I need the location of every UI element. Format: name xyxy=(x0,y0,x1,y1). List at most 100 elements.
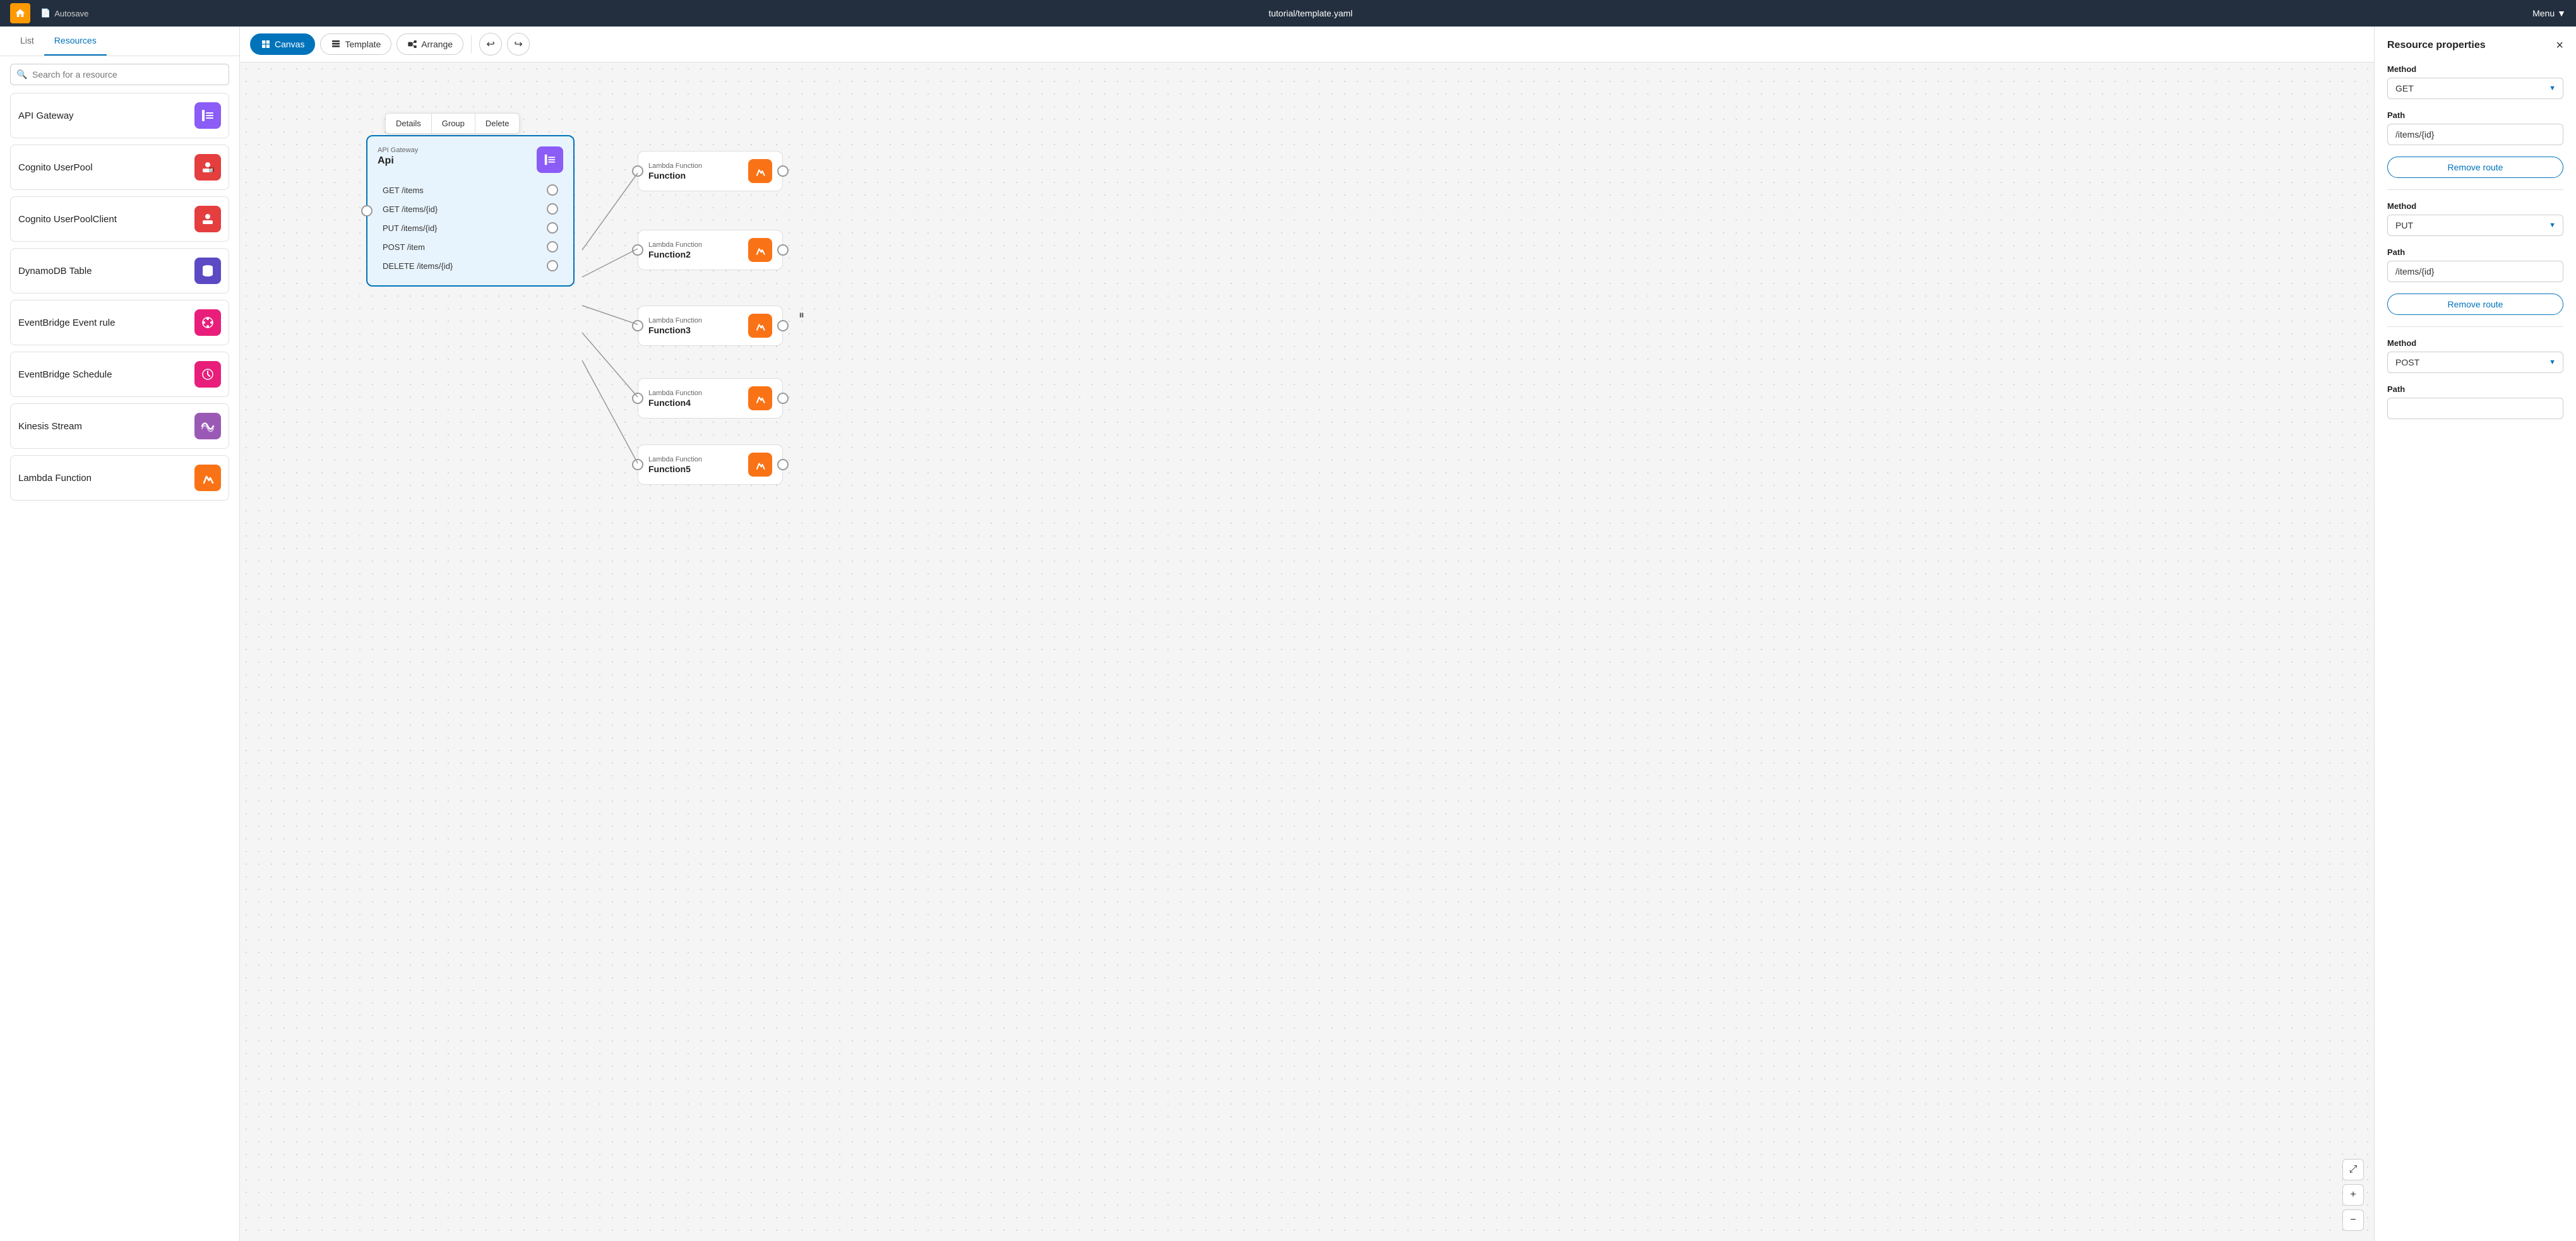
divider-2 xyxy=(2387,326,2563,327)
fn3-icon xyxy=(748,314,772,338)
main-layout: List Resources 🔍 API Gateway Cognito Use… xyxy=(0,27,2576,1241)
collapse-panel-icon[interactable]: ⏸ xyxy=(799,309,804,322)
tab-list[interactable]: List xyxy=(10,27,44,56)
api-node-name: Api xyxy=(378,155,418,167)
fn1-type: Lambda Function xyxy=(648,162,702,170)
node-toolbar: Details Group Delete xyxy=(385,113,520,134)
route-1-method: Method GET POST PUT DELETE PATCH xyxy=(2387,64,2563,99)
fit-view-button[interactable]: ⤢ xyxy=(2342,1159,2364,1180)
search-icon: 🔍 xyxy=(16,69,27,80)
route-4-connector[interactable] xyxy=(547,260,558,271)
menu-button[interactable]: Menu ▼ xyxy=(2532,8,2566,18)
route-2-path: Path xyxy=(2387,247,2563,282)
api-route-0: GET /items xyxy=(378,181,563,199)
home-button[interactable] xyxy=(10,3,30,23)
route-1-connector[interactable] xyxy=(547,203,558,215)
sidebar-item-eventbridge-schedule[interactable]: EventBridge Schedule xyxy=(10,352,229,397)
sidebar-tabs: List Resources xyxy=(0,27,239,56)
canvas-controls: ⤢ + − xyxy=(2342,1159,2364,1231)
fn5-right-connector xyxy=(777,459,789,470)
route-1-path: Path xyxy=(2387,110,2563,145)
search-input[interactable] xyxy=(10,64,229,85)
fn4-left-connector xyxy=(632,393,643,404)
sidebar-item-cognito-userpoolclient[interactable]: Cognito UserPoolClient xyxy=(10,196,229,242)
fn3-name: Function3 xyxy=(648,325,702,335)
route-2-connector[interactable] xyxy=(547,222,558,234)
fn1-icon xyxy=(748,159,772,183)
arrange-button[interactable]: Arrange xyxy=(397,33,463,55)
sidebar-item-kinesis[interactable]: Kinesis Stream xyxy=(10,403,229,449)
fn5-name: Function5 xyxy=(648,464,702,474)
route-3-path: Path xyxy=(2387,384,2563,419)
route-0-connector[interactable] xyxy=(547,184,558,196)
sidebar: List Resources 🔍 API Gateway Cognito Use… xyxy=(0,27,240,1241)
fn2-icon xyxy=(748,238,772,262)
undo-button[interactable]: ↩ xyxy=(479,33,502,56)
fn2-type: Lambda Function xyxy=(648,241,702,249)
zoom-out-button[interactable]: − xyxy=(2342,1209,2364,1231)
remove-route-1-button[interactable]: Remove route xyxy=(2387,157,2563,178)
zoom-in-button[interactable]: + xyxy=(2342,1184,2364,1206)
sidebar-resource-list: API Gateway Cognito UserPool ✓ Cognito U… xyxy=(0,93,239,1241)
lambda-node-fn5[interactable]: Lambda Function Function5 xyxy=(638,444,783,485)
api-left-connector xyxy=(361,205,373,217)
fn4-type: Lambda Function xyxy=(648,389,702,397)
lambda-node-fn1[interactable]: Lambda Function Function xyxy=(638,151,783,191)
kinesis-icon xyxy=(194,413,221,439)
route-2-method: Method GET POST PUT DELETE PATCH xyxy=(2387,201,2563,236)
api-node-type: API Gateway xyxy=(378,146,418,154)
lambda-node-fn3[interactable]: Lambda Function Function3 xyxy=(638,306,783,346)
eventbridge-schedule-icon xyxy=(194,361,221,388)
autosave-indicator: 📄 Autosave xyxy=(40,8,88,18)
route-3-method: Method GET POST PUT DELETE PATCH xyxy=(2387,338,2563,373)
chevron-down-icon: ▼ xyxy=(2557,8,2566,18)
api-gateway-node[interactable]: API Gateway Api GET /items GET /items/{i… xyxy=(366,135,575,287)
sidebar-item-lambda[interactable]: Lambda Function xyxy=(10,455,229,501)
redo-button[interactable]: ↪ xyxy=(507,33,530,56)
svg-text:✓: ✓ xyxy=(210,167,214,172)
lambda-node-fn2[interactable]: Lambda Function Function2 xyxy=(638,230,783,270)
right-panel-title: Resource properties xyxy=(2387,40,2486,51)
sidebar-item-eventbridge-rule[interactable]: EventBridge Event rule xyxy=(10,300,229,345)
route-1-path-input[interactable] xyxy=(2387,124,2563,145)
cognito-client-icon xyxy=(194,206,221,232)
fn5-left-connector xyxy=(632,459,643,470)
route-2-method-select[interactable]: GET POST PUT DELETE PATCH xyxy=(2387,215,2563,236)
route-3-path-input[interactable] xyxy=(2387,398,2563,419)
route-1-method-select[interactable]: GET POST PUT DELETE PATCH xyxy=(2387,78,2563,99)
canvas-toolbar: Canvas Template Arrange ↩ ↪ xyxy=(240,27,2374,62)
api-route-2: PUT /items/{id} xyxy=(378,218,563,237)
cognito-icon: ✓ xyxy=(194,154,221,181)
route-2-path-input[interactable] xyxy=(2387,261,2563,282)
tab-resources[interactable]: Resources xyxy=(44,27,107,56)
fn2-name: Function2 xyxy=(648,249,702,259)
sidebar-item-dynamodb[interactable]: DynamoDB Table xyxy=(10,248,229,294)
route-3-method-select[interactable]: GET POST PUT DELETE PATCH xyxy=(2387,352,2563,373)
sidebar-search-container: 🔍 xyxy=(0,56,239,93)
canvas-content[interactable]: Details Group Delete API Gateway Api xyxy=(240,62,2374,1241)
api-route-3: POST /item xyxy=(378,237,563,256)
topbar: 📄 Autosave tutorial/template.yaml Menu ▼ xyxy=(0,0,2576,27)
node-delete-button[interactable]: Delete xyxy=(475,114,520,133)
eventbridge-rule-icon xyxy=(194,309,221,336)
api-node-icon xyxy=(537,146,563,173)
remove-route-2-button[interactable]: Remove route xyxy=(2387,294,2563,315)
fn1-right-connector xyxy=(777,165,789,177)
node-group-button[interactable]: Group xyxy=(432,114,475,133)
lambda-icon xyxy=(194,465,221,491)
fn3-type: Lambda Function xyxy=(648,317,702,324)
fn3-right-connector xyxy=(777,320,789,331)
fn4-name: Function4 xyxy=(648,398,702,408)
node-details-button[interactable]: Details xyxy=(386,114,432,133)
lambda-node-fn4[interactable]: Lambda Function Function4 xyxy=(638,378,783,419)
canvas-button[interactable]: Canvas xyxy=(250,33,315,55)
right-panel: Resource properties × Method GET POST PU… xyxy=(2374,27,2576,1241)
close-panel-button[interactable]: × xyxy=(2556,39,2563,52)
sidebar-item-cognito-userpool[interactable]: Cognito UserPool ✓ xyxy=(10,145,229,190)
route-3-connector[interactable] xyxy=(547,241,558,252)
fn1-name: Function xyxy=(648,170,702,181)
toolbar-separator xyxy=(471,35,472,53)
template-button[interactable]: Template xyxy=(320,33,391,55)
sidebar-item-api-gateway[interactable]: API Gateway xyxy=(10,93,229,138)
canvas-area: Canvas Template Arrange ↩ ↪ Details Grou… xyxy=(240,27,2374,1241)
